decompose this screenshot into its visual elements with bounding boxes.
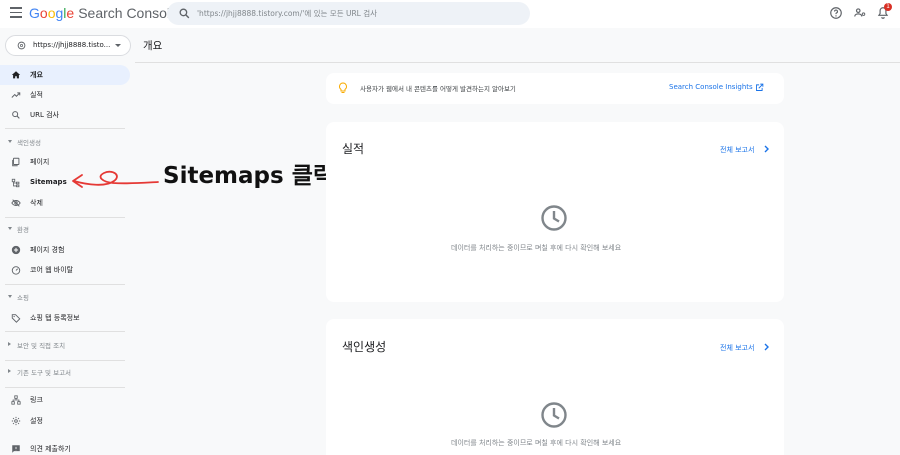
sidebar-divider — [5, 360, 125, 361]
property-globe-icon — [17, 41, 26, 50]
insights-link[interactable]: Search Console Insights — [669, 83, 753, 91]
property-selector[interactable]: https://jhjj8888.tisto... — [5, 35, 131, 56]
full-report-link[interactable]: 전체 보고서 — [720, 145, 754, 155]
section-security-toggle[interactable]: 보안 및 직접 조치 — [0, 339, 125, 353]
sidebar-item-url-inspection[interactable]: URL 검사 — [0, 105, 130, 125]
processing-message: 데이터를 처리하는 중이므로 며칠 후에 다시 확인해 보세요 — [451, 244, 622, 252]
insights-banner: 사용자가 웹에서 내 콘텐츠를 어떻게 발견하는지 알아보기 Search Co… — [326, 73, 784, 104]
chevron-right-icon[interactable] — [764, 145, 770, 153]
card-title: 실적 — [342, 142, 365, 156]
sidebar-item-overview[interactable]: 개요 — [0, 65, 130, 85]
sidebar-item-shopping-tab[interactable]: 쇼핑 탭 등록정보 — [0, 308, 130, 328]
clock-icon — [541, 402, 567, 428]
sidebar-divider — [5, 217, 125, 218]
menu-icon[interactable] — [10, 7, 22, 19]
property-label: https://jhjj8888.tisto... — [33, 41, 111, 49]
trending-up-icon — [11, 92, 21, 98]
search-icon — [179, 8, 190, 19]
caret-down-icon — [8, 227, 12, 230]
external-link-icon[interactable] — [755, 83, 764, 92]
caret-down-icon — [8, 140, 12, 143]
annotation-text: Sitemaps 클릭 — [163, 163, 335, 189]
home-icon — [11, 71, 21, 79]
title-divider — [135, 62, 900, 63]
page-title: 개요 — [143, 40, 163, 52]
sidebar-item-settings[interactable]: 설정 — [0, 411, 130, 431]
notification-badge: 1 — [884, 3, 892, 11]
sidebar-divider — [5, 284, 125, 285]
top-bar: GoogleSearch Console 1 — [0, 0, 900, 28]
search-input[interactable] — [197, 5, 517, 22]
caret-down-icon — [8, 295, 12, 298]
manage-users-icon[interactable] — [853, 6, 867, 20]
sidebar-divider — [5, 331, 125, 332]
insights-text: 사용자가 웹에서 내 콘텐츠를 어떻게 발견하는지 알아보기 — [360, 85, 516, 93]
caret-right-icon — [8, 369, 11, 373]
sidebar-item-links[interactable]: 링크 — [0, 390, 130, 410]
annotation-arrow — [72, 170, 159, 188]
clock-icon — [541, 205, 567, 231]
card-title: 색인생성 — [342, 340, 387, 354]
help-icon[interactable] — [829, 6, 843, 20]
product-name: Search Console — [78, 5, 178, 21]
section-legacy-tools-toggle[interactable]: 기존 도구 및 보고서 — [0, 366, 125, 380]
sidebar-item-performance[interactable]: 실적 — [0, 85, 130, 105]
chevron-right-icon[interactable] — [764, 343, 770, 351]
indexing-card: 색인생성 전체 보고서 데이터를 처리하는 중이므로 며칠 후에 다시 확인해 … — [326, 319, 784, 455]
sidebar-item-page-experience[interactable]: 페이지 경험 — [0, 240, 130, 260]
search-console-logo[interactable]: Google Search Console — [29, 5, 178, 21]
full-report-link[interactable]: 전체 보고서 — [720, 343, 754, 353]
feedback-icon — [12, 445, 20, 453]
sidebar-divider — [5, 387, 125, 388]
caret-right-icon — [8, 342, 11, 346]
sidebar-item-core-web-vitals[interactable]: 코어 웹 바이탈 — [0, 260, 130, 280]
speed-gauge-icon — [11, 266, 21, 275]
sidebar-item-feedback[interactable]: 의견 제출하기 — [0, 439, 130, 455]
pages-icon — [12, 157, 20, 167]
url-inspection-search[interactable] — [167, 2, 530, 25]
section-indexing-toggle[interactable]: 색인생성 — [0, 136, 125, 150]
search-icon — [12, 111, 20, 119]
section-experience-toggle[interactable]: 환경 — [0, 223, 125, 237]
tag-icon — [11, 314, 21, 323]
lightbulb-icon — [339, 82, 347, 93]
links-icon — [11, 395, 21, 405]
processing-message: 데이터를 처리하는 중이므로 며칠 후에 다시 확인해 보세요 — [451, 439, 622, 447]
plus-circle-icon — [11, 245, 21, 255]
sitemap-icon — [11, 178, 20, 188]
performance-card: 실적 전체 보고서 데이터를 처리하는 중이므로 며칠 후에 다시 확인해 보세… — [326, 122, 784, 302]
section-shopping-toggle[interactable]: 쇼핑 — [0, 291, 125, 305]
eye-off-icon — [11, 199, 21, 207]
chevron-down-icon — [115, 44, 121, 47]
sidebar-divider — [5, 128, 125, 129]
gear-icon — [11, 416, 21, 426]
